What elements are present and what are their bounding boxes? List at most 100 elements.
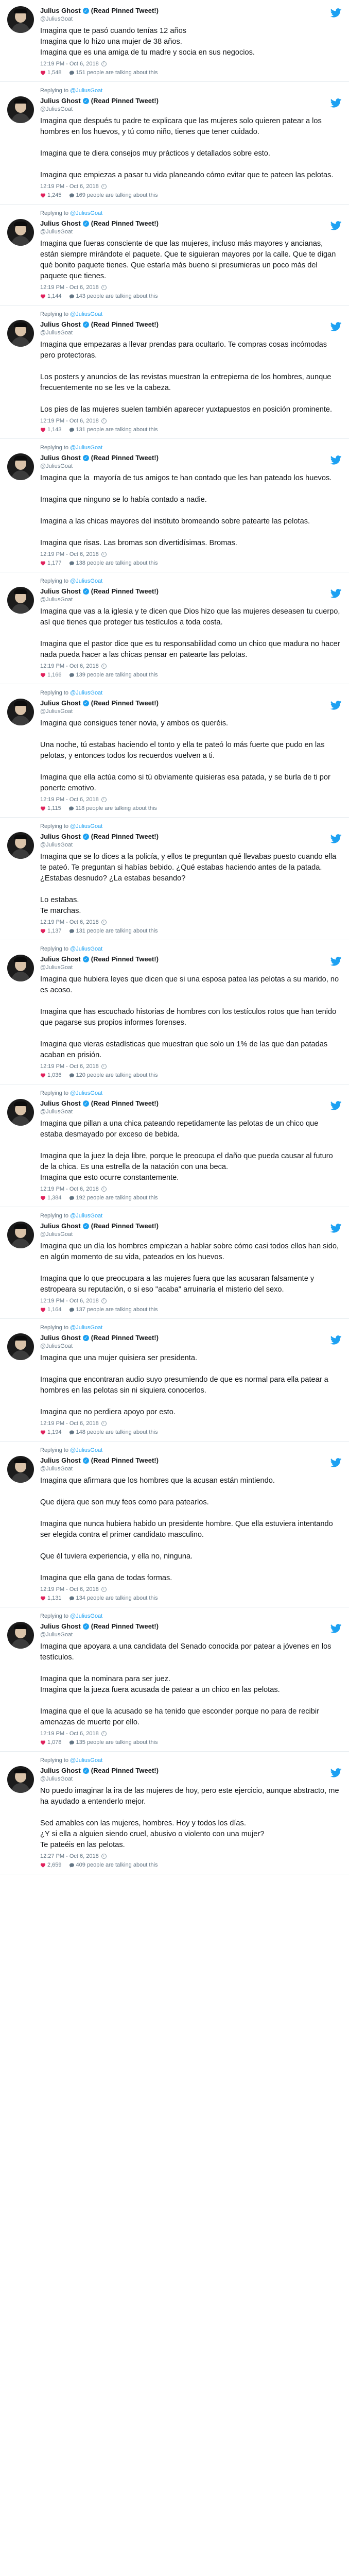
- tweet-card[interactable]: Replying to @JuliusGoat Julius Ghost ✓ (…: [0, 439, 349, 572]
- like-button[interactable]: 1,143: [40, 426, 62, 433]
- tweet-timestamp[interactable]: 12:19 PM - Oct 6, 2018 i: [40, 1730, 342, 1737]
- replying-handle-link[interactable]: @JuliusGoat: [70, 1090, 102, 1096]
- replying-handle-link[interactable]: @JuliusGoat: [70, 1447, 102, 1453]
- twitter-bird-icon[interactable]: [330, 1334, 342, 1346]
- like-button[interactable]: 1,078: [40, 1739, 62, 1746]
- tweet-card[interactable]: Replying to @JuliusGoat Julius Ghost ✓ (…: [0, 1084, 349, 1207]
- author-display-name[interactable]: Julius Ghost: [40, 1766, 81, 1775]
- tweet-card[interactable]: Replying to @JuliusGoat Julius Ghost ✓ (…: [0, 684, 349, 818]
- replying-handle-link[interactable]: @JuliusGoat: [70, 1757, 102, 1764]
- author-handle[interactable]: @JuliusGoat: [40, 1342, 159, 1351]
- tweet-timestamp[interactable]: 12:19 PM - Oct 6, 2018 i: [40, 919, 342, 926]
- replying-handle-link[interactable]: @JuliusGoat: [70, 88, 102, 94]
- tweet-timestamp[interactable]: 12:19 PM - Oct 6, 2018 i: [40, 1586, 342, 1593]
- conversation-link[interactable]: 151 people are talking about this: [69, 69, 158, 76]
- tweet-timestamp[interactable]: 12:19 PM - Oct 6, 2018 i: [40, 417, 342, 425]
- tweet-card[interactable]: Replying to @JuliusGoat Julius Ghost ✓ (…: [0, 1207, 349, 1319]
- conversation-link[interactable]: 143 people are talking about this: [69, 293, 158, 300]
- tweet-timestamp[interactable]: 12:19 PM - Oct 6, 2018 i: [40, 1185, 342, 1193]
- avatar[interactable]: [7, 1456, 34, 1483]
- info-icon[interactable]: i: [101, 285, 107, 290]
- twitter-bird-icon[interactable]: [330, 1623, 342, 1634]
- author-handle[interactable]: @JuliusGoat: [40, 105, 159, 114]
- twitter-bird-icon[interactable]: [330, 956, 342, 967]
- author-handle[interactable]: @JuliusGoat: [40, 841, 159, 850]
- tweet-card[interactable]: Replying to @JuliusGoat Julius Ghost ✓ (…: [0, 205, 349, 306]
- like-button[interactable]: 1,115: [40, 805, 61, 812]
- info-icon[interactable]: i: [101, 184, 107, 189]
- like-button[interactable]: 1,036: [40, 1072, 62, 1079]
- author-display-name[interactable]: Julius Ghost: [40, 1456, 81, 1465]
- tweet-timestamp[interactable]: 12:19 PM - Oct 6, 2018 i: [40, 1063, 342, 1070]
- author-display-name[interactable]: Julius Ghost: [40, 1099, 81, 1108]
- tweet-timestamp[interactable]: 12:19 PM - Oct 6, 2018 i: [40, 796, 342, 803]
- author-handle[interactable]: @JuliusGoat: [40, 596, 159, 604]
- conversation-link[interactable]: 118 people are talking about this: [68, 805, 157, 812]
- twitter-bird-icon[interactable]: [330, 1100, 342, 1111]
- author-handle[interactable]: @JuliusGoat: [40, 707, 159, 716]
- like-button[interactable]: 1,137: [40, 927, 62, 935]
- author-display-name[interactable]: Julius Ghost: [40, 832, 81, 841]
- info-icon[interactable]: i: [101, 418, 107, 423]
- conversation-link[interactable]: 137 people are talking about this: [69, 1306, 158, 1313]
- twitter-bird-icon[interactable]: [330, 588, 342, 599]
- like-button[interactable]: 2,659: [40, 1861, 62, 1869]
- twitter-bird-icon[interactable]: [330, 220, 342, 231]
- replying-handle-link[interactable]: @JuliusGoat: [70, 1325, 102, 1331]
- conversation-link[interactable]: 135 people are talking about this: [69, 1739, 158, 1746]
- avatar[interactable]: [7, 1333, 34, 1360]
- author-display-name[interactable]: Julius Ghost: [40, 1222, 81, 1230]
- author-display-name[interactable]: Julius Ghost: [40, 1622, 81, 1631]
- author-display-name[interactable]: Julius Ghost: [40, 219, 81, 228]
- avatar[interactable]: [7, 1222, 34, 1248]
- info-icon[interactable]: i: [101, 1854, 107, 1859]
- avatar[interactable]: [7, 453, 34, 480]
- info-icon[interactable]: i: [101, 797, 107, 802]
- avatar[interactable]: [7, 832, 34, 859]
- avatar[interactable]: [7, 699, 34, 725]
- replying-handle-link[interactable]: @JuliusGoat: [70, 690, 102, 696]
- author-display-name[interactable]: Julius Ghost: [40, 955, 81, 963]
- like-button[interactable]: 1,166: [40, 671, 62, 679]
- tweet-card[interactable]: Replying to @JuliusGoat Julius Ghost ✓ (…: [0, 572, 349, 684]
- author-display-name[interactable]: Julius Ghost: [40, 320, 81, 329]
- tweet-timestamp[interactable]: 12:19 PM - Oct 6, 2018 i: [40, 60, 342, 67]
- avatar[interactable]: [7, 1766, 34, 1793]
- conversation-link[interactable]: 134 people are talking about this: [69, 1595, 158, 1602]
- conversation-link[interactable]: 169 people are talking about this: [69, 192, 158, 199]
- tweet-card[interactable]: Replying to @JuliusGoat Julius Ghost ✓ (…: [0, 82, 349, 205]
- twitter-bird-icon[interactable]: [330, 1457, 342, 1468]
- conversation-link[interactable]: 139 people are talking about this: [69, 671, 158, 679]
- conversation-link[interactable]: 192 people are talking about this: [69, 1194, 158, 1201]
- conversation-link[interactable]: 131 people are talking about this: [69, 927, 158, 935]
- like-button[interactable]: 1,384: [40, 1194, 62, 1201]
- conversation-link[interactable]: 409 people are talking about this: [69, 1861, 158, 1869]
- tweet-timestamp[interactable]: 12:19 PM - Oct 6, 2018 i: [40, 663, 342, 670]
- conversation-link[interactable]: 120 people are talking about this: [69, 1072, 158, 1079]
- author-handle[interactable]: @JuliusGoat: [40, 1230, 159, 1239]
- like-button[interactable]: 1,164: [40, 1306, 62, 1313]
- info-icon[interactable]: i: [101, 1421, 107, 1426]
- info-icon[interactable]: i: [101, 1298, 107, 1303]
- like-button[interactable]: 1,131: [40, 1595, 62, 1602]
- info-icon[interactable]: i: [101, 664, 107, 669]
- conversation-link[interactable]: 138 people are talking about this: [69, 560, 158, 567]
- author-display-name[interactable]: Julius Ghost: [40, 1333, 81, 1342]
- info-icon[interactable]: i: [101, 1587, 107, 1592]
- author-handle[interactable]: @JuliusGoat: [40, 329, 159, 337]
- replying-handle-link[interactable]: @JuliusGoat: [70, 578, 102, 584]
- like-button[interactable]: 1,245: [40, 192, 62, 199]
- twitter-bird-icon[interactable]: [330, 454, 342, 466]
- avatar[interactable]: [7, 219, 34, 246]
- avatar[interactable]: [7, 320, 34, 347]
- twitter-bird-icon[interactable]: [330, 321, 342, 332]
- twitter-bird-icon[interactable]: [330, 1767, 342, 1778]
- author-display-name[interactable]: Julius Ghost: [40, 6, 81, 15]
- tweet-card[interactable]: Replying to @JuliusGoat Julius Ghost ✓ (…: [0, 1607, 349, 1752]
- author-handle[interactable]: @JuliusGoat: [40, 1775, 159, 1784]
- replying-handle-link[interactable]: @JuliusGoat: [70, 1213, 102, 1219]
- conversation-link[interactable]: 131 people are talking about this: [69, 426, 158, 433]
- like-button[interactable]: 1,194: [40, 1429, 62, 1436]
- replying-handle-link[interactable]: @JuliusGoat: [70, 1613, 102, 1619]
- avatar[interactable]: [7, 1099, 34, 1126]
